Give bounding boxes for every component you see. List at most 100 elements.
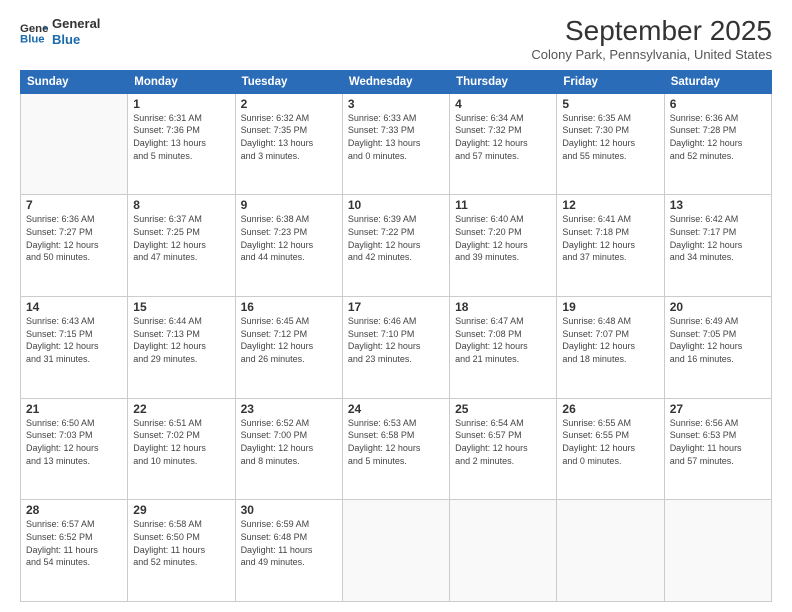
day-cell: 24Sunrise: 6:53 AMSunset: 6:58 PMDayligh… xyxy=(342,398,449,500)
day-number: 19 xyxy=(562,300,658,314)
day-number: 8 xyxy=(133,198,229,212)
title-block: September 2025 Colony Park, Pennsylvania… xyxy=(531,16,772,62)
day-number: 23 xyxy=(241,402,337,416)
logo-icon: General Blue xyxy=(20,18,48,46)
day-cell: 26Sunrise: 6:55 AMSunset: 6:55 PMDayligh… xyxy=(557,398,664,500)
calendar-page: General Blue General Blue September 2025… xyxy=(0,0,792,612)
day-number: 17 xyxy=(348,300,444,314)
day-number: 18 xyxy=(455,300,551,314)
day-number: 7 xyxy=(26,198,122,212)
logo-text: General Blue xyxy=(52,16,100,47)
day-info: Sunrise: 6:55 AMSunset: 6:55 PMDaylight:… xyxy=(562,417,658,467)
location-subtitle: Colony Park, Pennsylvania, United States xyxy=(531,47,772,62)
calendar-table: SundayMondayTuesdayWednesdayThursdayFrid… xyxy=(20,70,772,602)
day-number: 27 xyxy=(670,402,766,416)
week-row-5: 28Sunrise: 6:57 AMSunset: 6:52 PMDayligh… xyxy=(21,500,772,602)
day-info: Sunrise: 6:36 AMSunset: 7:28 PMDaylight:… xyxy=(670,112,766,162)
day-number: 1 xyxy=(133,97,229,111)
day-number: 10 xyxy=(348,198,444,212)
day-info: Sunrise: 6:37 AMSunset: 7:25 PMDaylight:… xyxy=(133,213,229,263)
day-cell: 20Sunrise: 6:49 AMSunset: 7:05 PMDayligh… xyxy=(664,297,771,399)
day-info: Sunrise: 6:54 AMSunset: 6:57 PMDaylight:… xyxy=(455,417,551,467)
day-cell: 2Sunrise: 6:32 AMSunset: 7:35 PMDaylight… xyxy=(235,93,342,195)
day-cell: 16Sunrise: 6:45 AMSunset: 7:12 PMDayligh… xyxy=(235,297,342,399)
day-cell: 5Sunrise: 6:35 AMSunset: 7:30 PMDaylight… xyxy=(557,93,664,195)
day-cell: 28Sunrise: 6:57 AMSunset: 6:52 PMDayligh… xyxy=(21,500,128,602)
day-info: Sunrise: 6:53 AMSunset: 6:58 PMDaylight:… xyxy=(348,417,444,467)
header: General Blue General Blue September 2025… xyxy=(20,16,772,62)
day-info: Sunrise: 6:32 AMSunset: 7:35 PMDaylight:… xyxy=(241,112,337,162)
day-number: 9 xyxy=(241,198,337,212)
day-cell xyxy=(557,500,664,602)
day-info: Sunrise: 6:51 AMSunset: 7:02 PMDaylight:… xyxy=(133,417,229,467)
week-row-3: 14Sunrise: 6:43 AMSunset: 7:15 PMDayligh… xyxy=(21,297,772,399)
day-number: 25 xyxy=(455,402,551,416)
day-cell: 6Sunrise: 6:36 AMSunset: 7:28 PMDaylight… xyxy=(664,93,771,195)
day-info: Sunrise: 6:41 AMSunset: 7:18 PMDaylight:… xyxy=(562,213,658,263)
day-number: 14 xyxy=(26,300,122,314)
day-info: Sunrise: 6:45 AMSunset: 7:12 PMDaylight:… xyxy=(241,315,337,365)
day-cell: 15Sunrise: 6:44 AMSunset: 7:13 PMDayligh… xyxy=(128,297,235,399)
week-row-2: 7Sunrise: 6:36 AMSunset: 7:27 PMDaylight… xyxy=(21,195,772,297)
day-info: Sunrise: 6:59 AMSunset: 6:48 PMDaylight:… xyxy=(241,518,337,568)
day-info: Sunrise: 6:49 AMSunset: 7:05 PMDaylight:… xyxy=(670,315,766,365)
weekday-saturday: Saturday xyxy=(664,70,771,93)
day-info: Sunrise: 6:39 AMSunset: 7:22 PMDaylight:… xyxy=(348,213,444,263)
day-cell: 17Sunrise: 6:46 AMSunset: 7:10 PMDayligh… xyxy=(342,297,449,399)
day-cell: 14Sunrise: 6:43 AMSunset: 7:15 PMDayligh… xyxy=(21,297,128,399)
day-cell: 7Sunrise: 6:36 AMSunset: 7:27 PMDaylight… xyxy=(21,195,128,297)
weekday-thursday: Thursday xyxy=(450,70,557,93)
day-number: 3 xyxy=(348,97,444,111)
day-cell xyxy=(21,93,128,195)
day-info: Sunrise: 6:43 AMSunset: 7:15 PMDaylight:… xyxy=(26,315,122,365)
day-info: Sunrise: 6:50 AMSunset: 7:03 PMDaylight:… xyxy=(26,417,122,467)
day-number: 15 xyxy=(133,300,229,314)
day-info: Sunrise: 6:47 AMSunset: 7:08 PMDaylight:… xyxy=(455,315,551,365)
day-cell: 23Sunrise: 6:52 AMSunset: 7:00 PMDayligh… xyxy=(235,398,342,500)
day-cell: 10Sunrise: 6:39 AMSunset: 7:22 PMDayligh… xyxy=(342,195,449,297)
svg-text:Blue: Blue xyxy=(20,33,45,45)
day-cell: 4Sunrise: 6:34 AMSunset: 7:32 PMDaylight… xyxy=(450,93,557,195)
day-number: 4 xyxy=(455,97,551,111)
weekday-header-row: SundayMondayTuesdayWednesdayThursdayFrid… xyxy=(21,70,772,93)
day-cell: 12Sunrise: 6:41 AMSunset: 7:18 PMDayligh… xyxy=(557,195,664,297)
day-cell: 11Sunrise: 6:40 AMSunset: 7:20 PMDayligh… xyxy=(450,195,557,297)
weekday-wednesday: Wednesday xyxy=(342,70,449,93)
week-row-4: 21Sunrise: 6:50 AMSunset: 7:03 PMDayligh… xyxy=(21,398,772,500)
day-info: Sunrise: 6:38 AMSunset: 7:23 PMDaylight:… xyxy=(241,213,337,263)
month-title: September 2025 xyxy=(531,16,772,47)
day-cell: 18Sunrise: 6:47 AMSunset: 7:08 PMDayligh… xyxy=(450,297,557,399)
day-number: 29 xyxy=(133,503,229,517)
day-cell: 3Sunrise: 6:33 AMSunset: 7:33 PMDaylight… xyxy=(342,93,449,195)
day-cell: 30Sunrise: 6:59 AMSunset: 6:48 PMDayligh… xyxy=(235,500,342,602)
day-number: 20 xyxy=(670,300,766,314)
day-cell xyxy=(342,500,449,602)
day-number: 24 xyxy=(348,402,444,416)
weekday-friday: Friday xyxy=(557,70,664,93)
day-number: 28 xyxy=(26,503,122,517)
week-row-1: 1Sunrise: 6:31 AMSunset: 7:36 PMDaylight… xyxy=(21,93,772,195)
day-info: Sunrise: 6:56 AMSunset: 6:53 PMDaylight:… xyxy=(670,417,766,467)
day-info: Sunrise: 6:33 AMSunset: 7:33 PMDaylight:… xyxy=(348,112,444,162)
day-number: 26 xyxy=(562,402,658,416)
day-cell: 8Sunrise: 6:37 AMSunset: 7:25 PMDaylight… xyxy=(128,195,235,297)
day-info: Sunrise: 6:46 AMSunset: 7:10 PMDaylight:… xyxy=(348,315,444,365)
day-cell: 29Sunrise: 6:58 AMSunset: 6:50 PMDayligh… xyxy=(128,500,235,602)
day-cell: 9Sunrise: 6:38 AMSunset: 7:23 PMDaylight… xyxy=(235,195,342,297)
day-info: Sunrise: 6:40 AMSunset: 7:20 PMDaylight:… xyxy=(455,213,551,263)
day-cell: 27Sunrise: 6:56 AMSunset: 6:53 PMDayligh… xyxy=(664,398,771,500)
day-number: 30 xyxy=(241,503,337,517)
day-number: 22 xyxy=(133,402,229,416)
day-number: 16 xyxy=(241,300,337,314)
day-info: Sunrise: 6:36 AMSunset: 7:27 PMDaylight:… xyxy=(26,213,122,263)
day-number: 5 xyxy=(562,97,658,111)
day-info: Sunrise: 6:35 AMSunset: 7:30 PMDaylight:… xyxy=(562,112,658,162)
day-cell: 22Sunrise: 6:51 AMSunset: 7:02 PMDayligh… xyxy=(128,398,235,500)
day-info: Sunrise: 6:48 AMSunset: 7:07 PMDaylight:… xyxy=(562,315,658,365)
day-cell: 19Sunrise: 6:48 AMSunset: 7:07 PMDayligh… xyxy=(557,297,664,399)
day-cell: 1Sunrise: 6:31 AMSunset: 7:36 PMDaylight… xyxy=(128,93,235,195)
day-info: Sunrise: 6:52 AMSunset: 7:00 PMDaylight:… xyxy=(241,417,337,467)
day-info: Sunrise: 6:57 AMSunset: 6:52 PMDaylight:… xyxy=(26,518,122,568)
day-number: 11 xyxy=(455,198,551,212)
day-info: Sunrise: 6:44 AMSunset: 7:13 PMDaylight:… xyxy=(133,315,229,365)
